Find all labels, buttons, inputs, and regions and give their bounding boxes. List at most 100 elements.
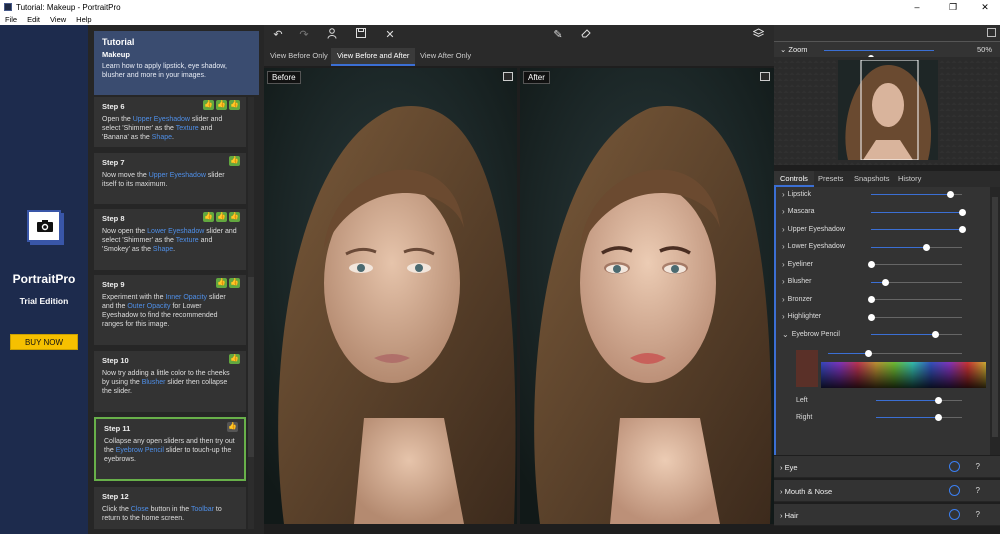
panel-menu-icon[interactable] (503, 72, 513, 81)
slider-knob[interactable] (931, 331, 939, 338)
slider-knob[interactable] (868, 261, 875, 268)
view-tab[interactable]: View After Only (414, 48, 477, 66)
left-slider[interactable] (876, 397, 962, 404)
view-tab[interactable]: View Before Only (264, 48, 334, 66)
section-header[interactable]: › Hair? (774, 504, 1000, 526)
control-slider[interactable] (871, 226, 966, 233)
step-keyword-link[interactable]: Texture (176, 237, 199, 244)
control-slider[interactable] (871, 243, 962, 251)
menu-file[interactable]: File (0, 14, 22, 25)
tutorial-scrollbar[interactable] (248, 97, 254, 529)
close-window-button[interactable]: ✕ (972, 0, 998, 14)
brush-icon[interactable]: ✎ (550, 28, 566, 41)
menu-edit[interactable]: Edit (22, 14, 45, 25)
help-icon[interactable]: ? (976, 510, 980, 519)
color-swatch[interactable] (796, 350, 818, 387)
step-keyword-link[interactable]: Inner Opacity (165, 294, 207, 301)
person-icon[interactable] (324, 28, 340, 42)
right-slider[interactable] (876, 414, 962, 421)
undo-icon[interactable]: ↶ (270, 28, 286, 41)
save-icon[interactable] (353, 28, 369, 41)
slider-knob[interactable] (922, 243, 930, 251)
step-keyword-link[interactable]: Upper Eyeshadow (149, 172, 206, 179)
slider-knob[interactable] (959, 226, 966, 233)
chevron-right-icon[interactable]: › (782, 277, 785, 286)
step-keyword-link[interactable]: Lower Eyeshadow (147, 228, 204, 235)
step-keyword-link[interactable]: Texture (176, 125, 199, 132)
step-keyword-link[interactable]: Shape (153, 246, 173, 253)
control-tab[interactable]: Presets (812, 171, 849, 187)
chevron-right-icon[interactable]: › (782, 242, 785, 251)
control-row[interactable]: › Highlighter (782, 310, 821, 324)
control-tab[interactable]: Snapshots (848, 171, 895, 187)
slider-knob[interactable] (865, 350, 873, 357)
minimize-button[interactable]: – (904, 0, 930, 14)
buy-now-button[interactable]: BUY NOW (10, 334, 78, 350)
section-header[interactable]: › Mouth & Nose? (774, 480, 1000, 502)
zoom-slider[interactable] (824, 50, 934, 61)
control-row[interactable]: › Mascara (782, 205, 815, 219)
power-icon[interactable] (949, 461, 960, 472)
maximize-button[interactable]: ❐ (940, 0, 966, 14)
help-icon[interactable]: ? (976, 462, 980, 471)
chevron-right-icon[interactable]: › (782, 312, 785, 321)
menu-view[interactable]: View (45, 14, 71, 25)
step-keyword-link[interactable]: Blusher (142, 379, 166, 386)
controls-scrollbar[interactable] (990, 187, 1000, 455)
control-slider[interactable] (871, 191, 962, 198)
chevron-right-icon[interactable]: › (782, 207, 785, 216)
control-row[interactable]: › Lipstick (782, 187, 811, 201)
control-row[interactable]: › Eyeliner (782, 257, 813, 271)
step-keyword-link[interactable]: Close (131, 506, 149, 513)
step-keyword-link[interactable]: Shape (152, 134, 172, 141)
chevron-down-icon[interactable]: ⌄ (782, 330, 789, 339)
step-keyword-link[interactable]: Eyebrow Pencil (116, 447, 164, 454)
control-slider[interactable] (868, 261, 962, 268)
eraser-icon[interactable] (578, 28, 594, 41)
control-slider[interactable] (871, 331, 962, 338)
step-keyword-link[interactable]: Upper Eyeshadow (133, 116, 190, 123)
control-slider[interactable] (868, 313, 962, 321)
navigator-thumbnail[interactable] (838, 60, 938, 160)
slider-knob[interactable] (868, 296, 875, 303)
view-tab[interactable]: View Before and After (331, 48, 416, 66)
color-picker[interactable] (821, 362, 986, 388)
control-tab[interactable]: History (892, 171, 927, 187)
control-slider[interactable] (871, 208, 966, 216)
chevron-right-icon[interactable]: › (782, 260, 785, 269)
eyebrow-strength-slider[interactable] (828, 350, 962, 357)
control-row[interactable]: › Bronzer (782, 292, 812, 306)
control-slider[interactable] (868, 296, 962, 303)
control-row[interactable]: ⌄ Eyebrow Pencil (782, 327, 840, 341)
panel-menu-icon[interactable] (760, 72, 770, 81)
chevron-right-icon[interactable]: › (782, 190, 785, 199)
slider-knob[interactable] (868, 313, 875, 321)
thumbs-up-icon: 👍 (229, 100, 240, 110)
control-row[interactable]: › Upper Eyeshadow (782, 222, 845, 236)
power-icon[interactable] (949, 509, 960, 520)
slider-knob[interactable] (959, 208, 966, 216)
chevron-right-icon[interactable]: › (782, 295, 785, 304)
section-header[interactable]: › Eye? (774, 456, 1000, 478)
slider-knob[interactable] (947, 191, 955, 198)
control-slider[interactable] (871, 278, 962, 286)
step-keyword-link[interactable]: Toolbar (191, 506, 214, 513)
thumbs-up-icon: 👍 (227, 422, 238, 432)
redo-icon[interactable]: ↷ (296, 28, 312, 41)
control-row[interactable]: › Blusher (782, 275, 811, 289)
panel-options-icon[interactable] (987, 28, 996, 37)
zoom-label[interactable]: ⌄ Zoom (780, 45, 808, 54)
slider-knob[interactable] (934, 414, 942, 421)
close-icon[interactable]: ✕ (382, 28, 398, 41)
power-icon[interactable] (949, 485, 960, 496)
step-keyword-link[interactable]: Outer Opacity (127, 303, 170, 310)
slider-knob[interactable] (934, 397, 942, 404)
control-row[interactable]: › Lower Eyeshadow (782, 240, 845, 254)
help-icon[interactable]: ? (976, 486, 980, 495)
control-tab[interactable]: Controls (774, 171, 814, 187)
chevron-right-icon[interactable]: › (782, 225, 785, 234)
menu-help[interactable]: Help (71, 14, 96, 25)
slider-knob[interactable] (881, 278, 889, 286)
layers-icon[interactable] (750, 28, 766, 41)
control-tabs: Controls Presets Snapshots History (774, 171, 1000, 187)
